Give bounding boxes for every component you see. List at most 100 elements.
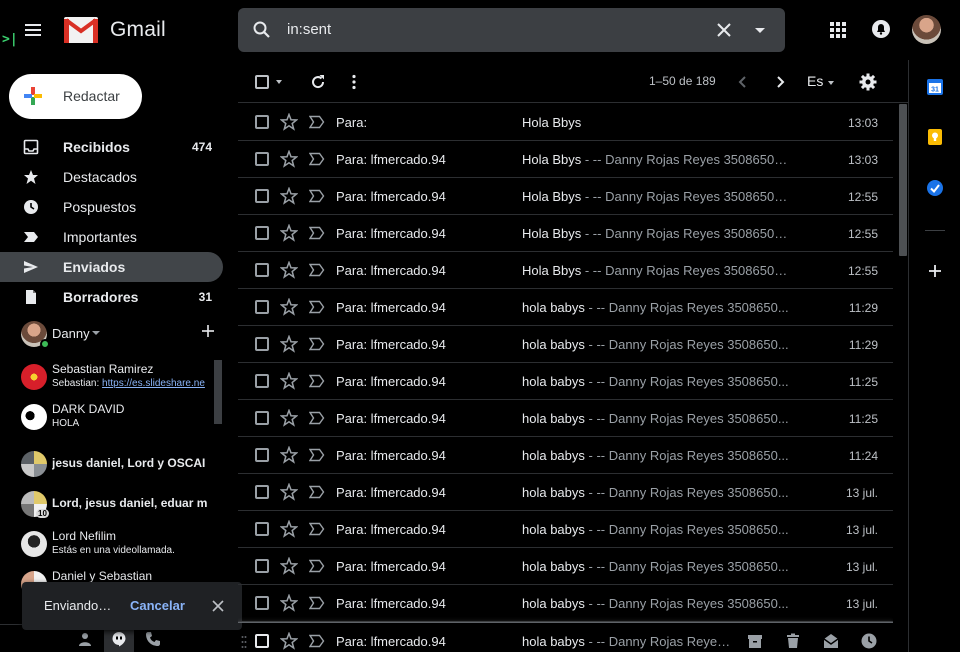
important-marker-icon[interactable] xyxy=(309,522,325,536)
email-row[interactable]: Para: lfmercado.94 Hola Bbys - -- Danny R… xyxy=(238,178,893,215)
email-row[interactable]: Para: lfmercado.94 Hola Bbys - -- Danny R… xyxy=(238,252,893,289)
star-icon[interactable] xyxy=(280,483,298,501)
important-marker-icon[interactable] xyxy=(309,485,325,499)
star-icon[interactable] xyxy=(280,335,298,353)
row-checkbox[interactable] xyxy=(255,189,269,203)
important-marker-icon[interactable] xyxy=(309,559,325,573)
row-checkbox[interactable] xyxy=(255,596,269,610)
notifications-icon[interactable] xyxy=(871,19,891,39)
email-row[interactable]: Para: lfmercado.94 hola babys - -- Danny … xyxy=(238,363,893,400)
row-checkbox[interactable] xyxy=(255,152,269,166)
chevron-down-icon[interactable] xyxy=(92,331,100,335)
chat-item[interactable]: Sebastian Ramirez Sebastian: https://es.… xyxy=(0,356,214,396)
star-icon[interactable] xyxy=(280,187,298,205)
email-row[interactable]: Para: lfmercado.94 Hola Bbys - -- Danny R… xyxy=(238,215,893,252)
email-row[interactable]: Para: lfmercado.94 hola babys - -- Danny … xyxy=(238,437,893,474)
caret-down-icon[interactable] xyxy=(274,77,284,87)
important-marker-icon[interactable] xyxy=(309,189,325,203)
hangouts-icon[interactable] xyxy=(111,631,127,647)
nav-item-drafts[interactable]: Borradores 31 xyxy=(0,282,223,312)
chat-item[interactable]: Lord Nefilim Estás en una videollamada. xyxy=(0,523,214,563)
chat-item[interactable]: jesus daniel, Lord y OSCAI xyxy=(0,443,214,483)
close-icon[interactable] xyxy=(211,599,225,613)
star-icon[interactable] xyxy=(280,557,298,575)
row-checkbox[interactable] xyxy=(255,300,269,314)
apps-grid-icon[interactable] xyxy=(829,21,847,39)
row-checkbox[interactable] xyxy=(255,374,269,388)
row-checkbox[interactable] xyxy=(255,337,269,351)
important-marker-icon[interactable] xyxy=(309,337,325,351)
email-row[interactable]: Para: lfmercado.94 hola babys - -- Danny … xyxy=(238,585,893,622)
row-checkbox[interactable] xyxy=(255,522,269,536)
close-icon[interactable] xyxy=(714,20,734,40)
add-addon-plus-icon[interactable] xyxy=(926,262,944,280)
calendar-icon[interactable]: 31 xyxy=(926,78,944,96)
email-row[interactable]: Para: lfmercado.94 hola babys - -- Danny … xyxy=(238,474,893,511)
star-icon[interactable] xyxy=(280,224,298,242)
important-marker-icon[interactable] xyxy=(309,596,325,610)
select-all-checkbox[interactable] xyxy=(255,75,269,89)
account-avatar[interactable] xyxy=(912,15,941,44)
caret-down-icon[interactable] xyxy=(826,78,836,88)
important-marker-icon[interactable] xyxy=(309,226,325,240)
gmail-logo[interactable]: Gmail xyxy=(64,14,166,46)
trash-icon[interactable] xyxy=(784,632,802,650)
important-marker-icon[interactable] xyxy=(309,300,325,314)
email-row[interactable]: Para: lfmercado.94 hola babys - -- Danny … xyxy=(238,622,893,652)
star-icon[interactable] xyxy=(280,372,298,390)
drag-handle-icon[interactable] xyxy=(241,635,247,649)
row-checkbox[interactable] xyxy=(255,411,269,425)
nav-item-starred[interactable]: Destacados xyxy=(0,162,223,192)
row-checkbox[interactable] xyxy=(255,115,269,129)
star-icon[interactable] xyxy=(280,632,298,650)
search-input[interactable]: in:sent xyxy=(287,21,331,38)
more-options-icon[interactable] xyxy=(345,73,363,91)
phone-icon[interactable] xyxy=(145,631,161,647)
star-icon[interactable] xyxy=(280,446,298,464)
new-chat-plus-icon[interactable] xyxy=(200,323,216,339)
mark-read-icon[interactable] xyxy=(822,632,840,650)
snooze-clock-icon[interactable] xyxy=(860,632,878,650)
important-marker-icon[interactable] xyxy=(309,448,325,462)
nav-item-snoozed[interactable]: Pospuestos xyxy=(0,192,223,222)
row-checkbox[interactable] xyxy=(255,559,269,573)
refresh-icon[interactable] xyxy=(309,73,327,91)
important-marker-icon[interactable] xyxy=(309,634,325,648)
compose-button[interactable]: Redactar xyxy=(9,74,142,119)
email-row[interactable]: Para: lfmercado.94 hola babys - -- Danny … xyxy=(238,511,893,548)
nav-item-important[interactable]: Importantes xyxy=(0,222,223,252)
star-icon[interactable] xyxy=(280,261,298,279)
star-icon[interactable] xyxy=(280,409,298,427)
search-box[interactable]: in:sent xyxy=(238,8,785,52)
email-row[interactable]: Para: lfmercado.94 hola babys - -- Danny … xyxy=(238,289,893,326)
keep-icon[interactable] xyxy=(926,128,944,146)
email-row[interactable]: Para: lfmercado.94 hola babys - -- Danny … xyxy=(238,400,893,437)
archive-icon[interactable] xyxy=(746,632,764,650)
chevron-left-icon[interactable] xyxy=(734,73,752,91)
chat-scrollbar[interactable] xyxy=(214,360,222,424)
tasks-icon[interactable] xyxy=(926,179,944,197)
chevron-right-icon[interactable] xyxy=(771,73,789,91)
important-marker-icon[interactable] xyxy=(309,152,325,166)
row-checkbox[interactable] xyxy=(255,226,269,240)
main-menu-button[interactable] xyxy=(20,18,46,42)
star-icon[interactable] xyxy=(280,520,298,538)
nav-item-inbox[interactable]: Recibidos 474 xyxy=(0,132,223,162)
chat-link[interactable]: https://es.slideshare.ne xyxy=(102,378,205,389)
row-checkbox[interactable] xyxy=(255,634,269,648)
row-checkbox[interactable] xyxy=(255,263,269,277)
settings-gear-icon[interactable] xyxy=(859,73,877,91)
person-icon[interactable] xyxy=(77,631,93,647)
row-checkbox[interactable] xyxy=(255,448,269,462)
important-marker-icon[interactable] xyxy=(309,263,325,277)
chat-item[interactable]: 10 Lord, jesus daniel, eduar m xyxy=(0,483,214,523)
chat-item[interactable]: DARK DAVID HOLA xyxy=(0,396,214,436)
star-icon[interactable] xyxy=(280,298,298,316)
list-scrollbar[interactable] xyxy=(899,104,907,256)
email-row[interactable]: Para: lfmercado.94 hola babys - -- Danny … xyxy=(238,326,893,363)
input-language-selector[interactable]: Es xyxy=(807,73,823,89)
email-row[interactable]: Para: lfmercado.94 Hola Bbys - -- Danny R… xyxy=(238,141,893,178)
hangouts-user[interactable]: Danny xyxy=(0,316,238,352)
email-row[interactable]: Para: Hola Bbys 13:03 xyxy=(238,104,893,141)
important-marker-icon[interactable] xyxy=(309,411,325,425)
